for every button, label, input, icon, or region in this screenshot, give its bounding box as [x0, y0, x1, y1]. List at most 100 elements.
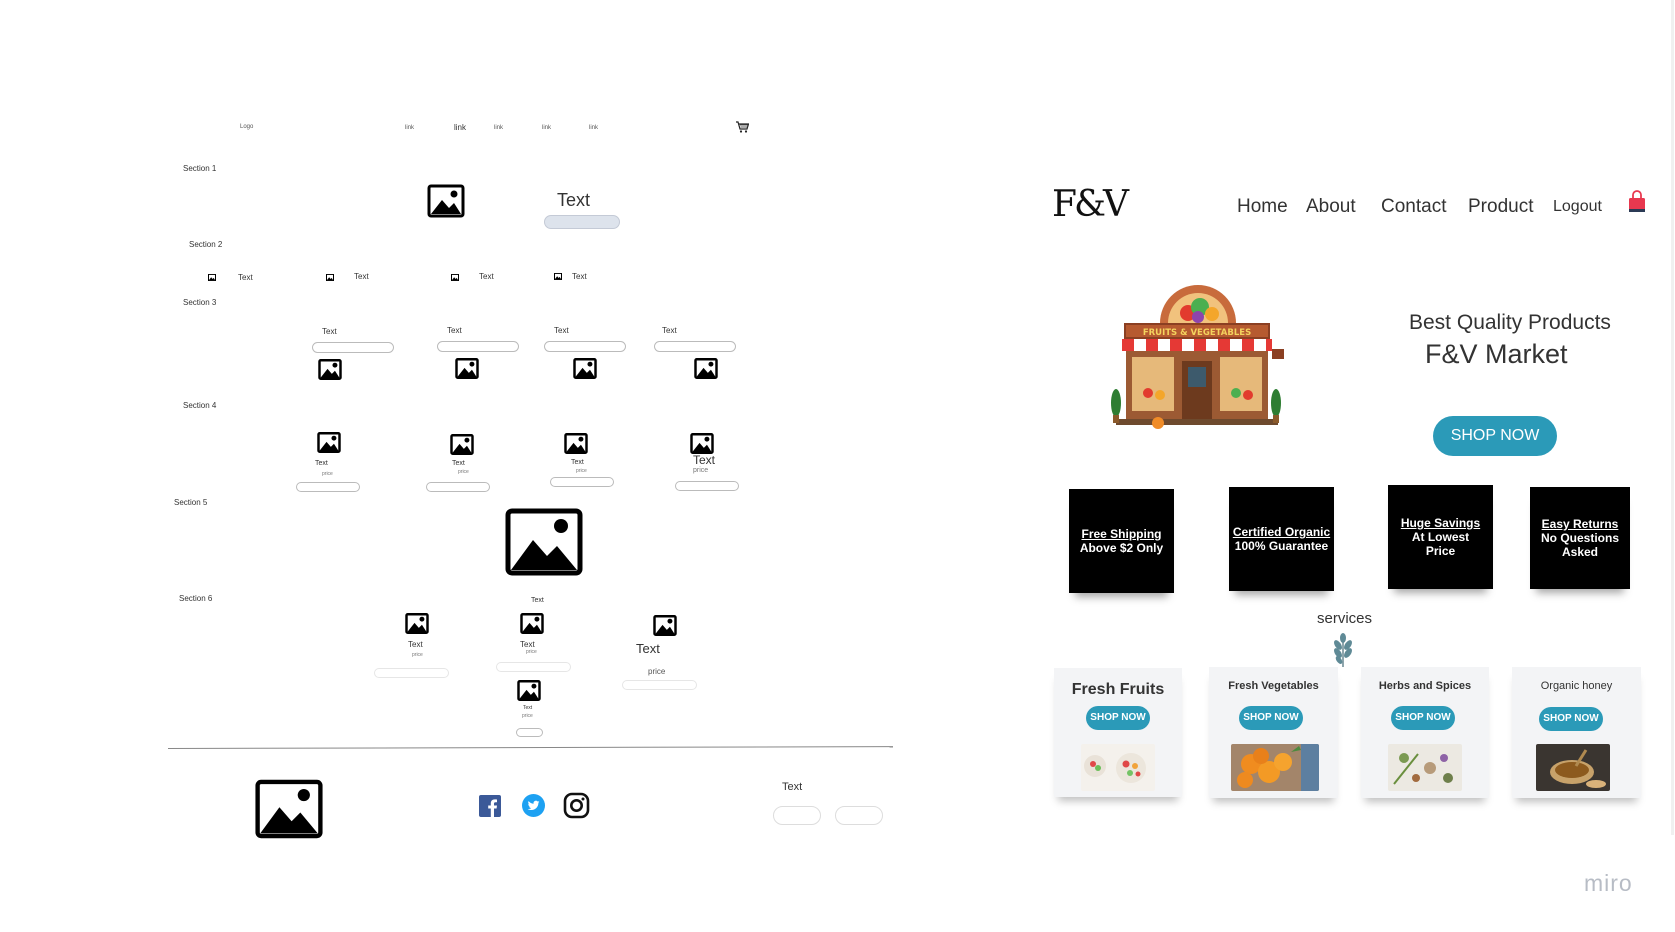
- wireframe-nav-link[interactable]: link: [494, 125, 503, 131]
- section1-button[interactable]: [544, 215, 620, 229]
- fresh-vegetables-image: [1231, 744, 1319, 791]
- mockup-logo[interactable]: F&V: [1052, 184, 1129, 225]
- service-shop-now-button[interactable]: SHOP NOW: [1239, 706, 1303, 730]
- image-placeholder-icon: [450, 434, 474, 455]
- feature-title: Free Shipping: [1081, 527, 1162, 541]
- section6-price: price: [412, 652, 423, 658]
- store-sign-text: FRUITS & VEGETABLES: [1143, 328, 1251, 338]
- service-shop-now-button[interactable]: SHOP NOW: [1086, 706, 1150, 730]
- wireframe-nav-link[interactable]: link: [405, 125, 414, 131]
- feature-subtitle: Price: [1425, 544, 1456, 558]
- section6-top-text: Text: [531, 597, 544, 604]
- organic-honey-image: [1536, 744, 1610, 791]
- section-label: Section 2: [189, 240, 223, 249]
- hero-tagline: Best Quality Products: [1409, 311, 1611, 334]
- section6-button[interactable]: [622, 680, 697, 690]
- cart-icon[interactable]: [735, 120, 749, 134]
- footer-button[interactable]: [773, 806, 821, 825]
- nav-contact-link[interactable]: Contact: [1381, 196, 1446, 218]
- facebook-icon[interactable]: [479, 795, 501, 817]
- image-placeholder-icon: [317, 432, 341, 453]
- wireframe-logo: Logo: [240, 124, 254, 130]
- section4-button[interactable]: [426, 482, 490, 492]
- section-label: Section 5: [174, 498, 208, 507]
- wireframe-nav-link[interactable]: link: [589, 125, 598, 131]
- section-label: Section 1: [183, 164, 217, 173]
- section2-text: Text: [572, 272, 587, 281]
- section4-text: Text: [452, 460, 465, 467]
- nav-about-link[interactable]: About: [1306, 196, 1356, 218]
- feature-subtitle: Asked: [1561, 545, 1599, 559]
- section3-button[interactable]: [312, 342, 394, 353]
- image-placeholder-icon: [690, 433, 714, 454]
- service-shop-now-button[interactable]: SHOP NOW: [1391, 706, 1455, 730]
- section4-text: Text: [571, 459, 584, 466]
- feature-card-returns: Easy Returns No Questions Asked: [1530, 487, 1630, 589]
- section1-text: Text: [557, 190, 591, 210]
- service-title: Fresh Fruits: [1071, 681, 1165, 698]
- section3-button[interactable]: [437, 341, 519, 352]
- service-shop-now-button[interactable]: SHOP NOW: [1539, 707, 1603, 731]
- hero-shop-now-button[interactable]: SHOP NOW: [1433, 416, 1557, 456]
- miro-watermark: miro: [1584, 870, 1633, 896]
- feature-subtitle: 100% Guarantee: [1234, 539, 1329, 553]
- services-heading: services: [1317, 610, 1373, 627]
- section4-text: Text: [693, 453, 716, 467]
- service-title: Organic honey: [1540, 680, 1613, 692]
- image-placeholder-icon: [455, 358, 479, 379]
- section3-button[interactable]: [654, 341, 736, 352]
- image-placeholder-icon: [208, 274, 216, 281]
- wireframe-nav-link[interactable]: link: [542, 125, 551, 131]
- service-card-herbs: Herbs and Spices SHOP NOW: [1361, 667, 1489, 798]
- service-title: Herbs and Spices: [1378, 680, 1472, 692]
- footer-text: Text: [782, 781, 803, 793]
- footer-divider: [167, 746, 893, 749]
- section6-text: Text: [523, 705, 533, 711]
- feature-title: Certified Organic: [1232, 525, 1331, 539]
- section4-button[interactable]: [675, 481, 739, 491]
- section4-button[interactable]: [296, 482, 360, 492]
- section6-button[interactable]: [516, 728, 543, 737]
- service-title: Fresh Vegetables: [1228, 680, 1319, 692]
- section-label: Section 6: [179, 594, 213, 603]
- section6-price: price: [648, 667, 666, 676]
- image-placeholder-icon: [554, 273, 562, 280]
- nav-product-link[interactable]: Product: [1468, 196, 1533, 218]
- service-card-vegetables: Fresh Vegetables SHOP NOW: [1209, 667, 1338, 798]
- shopping-bag-icon[interactable]: [1628, 190, 1646, 214]
- image-placeholder-icon: [405, 613, 429, 634]
- section4-text: Text: [315, 460, 328, 467]
- feature-subtitle: At Lowest: [1411, 530, 1470, 544]
- service-card-honey: Organic honey SHOP NOW: [1512, 667, 1641, 798]
- feature-card-organic: Certified Organic 100% Guarantee: [1229, 487, 1334, 591]
- section4-price: price: [322, 471, 333, 477]
- image-placeholder-icon: [573, 358, 597, 379]
- twitter-icon[interactable]: [522, 794, 545, 817]
- wireframe-nav-link[interactable]: link: [454, 123, 466, 132]
- section3-button[interactable]: [544, 341, 626, 352]
- instagram-icon[interactable]: [563, 792, 590, 819]
- section6-text: Text: [520, 640, 535, 649]
- image-placeholder-icon: [505, 508, 583, 576]
- herbs-spices-image: [1388, 744, 1462, 791]
- footer-button[interactable]: [835, 806, 883, 825]
- section4-button[interactable]: [550, 477, 614, 487]
- image-placeholder-icon: [318, 359, 342, 380]
- feature-title: Easy Returns: [1541, 517, 1619, 531]
- fresh-fruits-image: [1081, 744, 1155, 791]
- image-placeholder-icon: [517, 680, 541, 701]
- storefront-illustration: FRUITS & VEGETABLES: [1108, 283, 1286, 433]
- section3-text: Text: [322, 327, 337, 336]
- nav-logout-link[interactable]: Logout: [1553, 198, 1602, 216]
- section6-text: Text: [408, 640, 423, 649]
- image-placeholder-icon: [255, 779, 323, 839]
- section6-price: price: [522, 713, 533, 719]
- section6-button[interactable]: [496, 662, 571, 672]
- section2-text: Text: [354, 272, 369, 281]
- section6-button[interactable]: [374, 668, 449, 678]
- feature-card-savings: Huge Savings At Lowest Price: [1388, 485, 1493, 589]
- nav-home-link[interactable]: Home: [1237, 196, 1288, 218]
- section3-text: Text: [554, 326, 569, 335]
- section4-price: price: [693, 467, 709, 474]
- section4-price: price: [576, 468, 587, 474]
